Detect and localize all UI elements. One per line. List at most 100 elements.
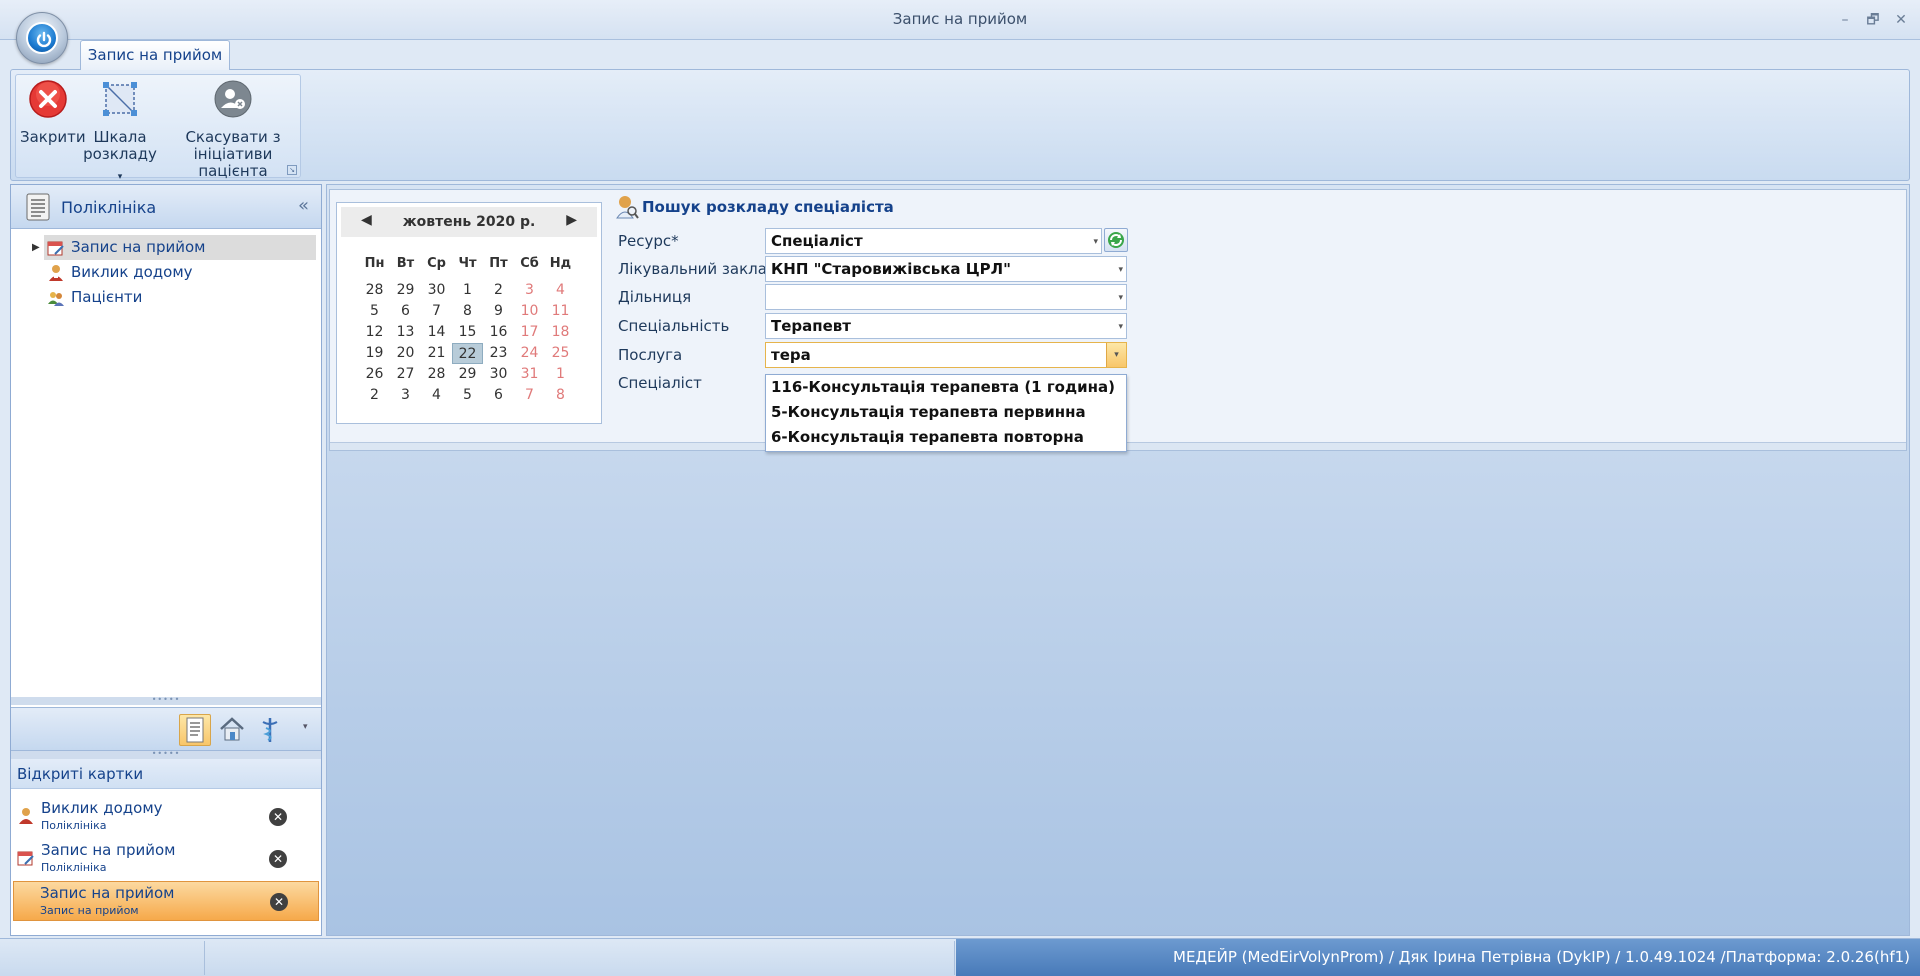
- schedule-scale-button[interactable]: Шкала розкладу ▾: [82, 79, 158, 186]
- calendar-day[interactable]: 4: [421, 385, 452, 406]
- resource-select[interactable]: Спеціаліст ▾: [765, 228, 1102, 254]
- calendar-day[interactable]: 4: [545, 280, 576, 301]
- ribbon-tab-appointment[interactable]: Запис на прийом: [80, 40, 230, 70]
- nav-title: Поліклініка: [61, 198, 157, 217]
- navigation-pane: Поліклініка « ▶ Запис на прийом Виклик д…: [10, 184, 322, 936]
- calendar-day[interactable]: 6: [390, 301, 421, 322]
- next-month-icon[interactable]: ▶: [566, 212, 577, 228]
- tree-item-label: Пацієнти: [71, 288, 143, 306]
- calendar-day[interactable]: 8: [545, 385, 576, 406]
- close-card-icon[interactable]: ✕: [269, 850, 287, 868]
- calendar-day[interactable]: 2: [359, 385, 390, 406]
- expand-arrow-icon[interactable]: ▶: [32, 235, 40, 260]
- power-icon: [26, 22, 58, 54]
- calendar-day[interactable]: 22: [452, 343, 483, 364]
- refresh-button[interactable]: [1104, 228, 1128, 252]
- calendar-day[interactable]: 28: [421, 364, 452, 385]
- clinic-nav-button[interactable]: [179, 714, 211, 746]
- calendar-day[interactable]: 3: [514, 280, 545, 301]
- group-launcher-icon[interactable]: ↘: [287, 165, 297, 175]
- calendar-day[interactable]: 19: [359, 343, 390, 364]
- calendar-day[interactable]: 26: [359, 364, 390, 385]
- calendar-day[interactable]: 16: [483, 322, 514, 343]
- calendar-day[interactable]: 23: [483, 343, 514, 364]
- calendar-day[interactable]: 15: [452, 322, 483, 343]
- service-option[interactable]: 5-Консультація терапевта первинна: [766, 400, 1126, 425]
- weekday-label: Пт: [489, 256, 508, 271]
- calendar-day[interactable]: 2: [483, 280, 514, 301]
- calendar-day[interactable]: 1: [452, 280, 483, 301]
- calendar-day[interactable]: 8: [452, 301, 483, 322]
- calendar-day[interactable]: 7: [421, 301, 452, 322]
- calendar-day[interactable]: 1: [545, 364, 576, 385]
- service-option[interactable]: 6-Консультація терапевта повторна: [766, 425, 1126, 450]
- close-circle-icon: [29, 80, 67, 118]
- calendar-day[interactable]: 14: [421, 322, 452, 343]
- tree-item-patients[interactable]: Пацієнти: [11, 285, 321, 310]
- open-card-home-visit[interactable]: Виклик додому Поліклініка ✕: [13, 797, 319, 837]
- chevron-down-icon[interactable]: ▾: [1106, 343, 1126, 367]
- weekday-label: Ср: [427, 256, 446, 271]
- app-menu-button[interactable]: [16, 12, 68, 64]
- calendar-day[interactable]: 24: [514, 343, 545, 364]
- open-card-appointment[interactable]: Запис на прийом Поліклініка ✕: [13, 839, 319, 879]
- calendar-day[interactable]: 25: [545, 343, 576, 364]
- home-nav-button[interactable]: [217, 714, 249, 746]
- close-window-button[interactable]: ✕: [1890, 10, 1912, 30]
- cancel-by-patient-button[interactable]: Скасувати з ініціативи пацієнта: [166, 79, 300, 180]
- cancel-user-icon: [214, 80, 252, 118]
- medical-nav-button[interactable]: [255, 714, 287, 746]
- close-card-icon[interactable]: ✕: [270, 893, 288, 911]
- calendar-day[interactable]: 12: [359, 322, 390, 343]
- chevron-down-icon[interactable]: ▾: [1118, 286, 1123, 310]
- calendar-day[interactable]: 3: [390, 385, 421, 406]
- calendar-day[interactable]: 29: [390, 280, 421, 301]
- calendar-day[interactable]: 28: [359, 280, 390, 301]
- calendar-day[interactable]: 29: [452, 364, 483, 385]
- specialty-select[interactable]: Терапевт ▾: [765, 313, 1127, 339]
- facility-select[interactable]: КНП "Старовижівська ЦРЛ" ▾: [765, 256, 1127, 282]
- calendar-day[interactable]: 5: [452, 385, 483, 406]
- calendar-day[interactable]: 6: [483, 385, 514, 406]
- district-select[interactable]: ▾: [765, 284, 1127, 310]
- calendar-day[interactable]: 13: [390, 322, 421, 343]
- open-card-appointment-active[interactable]: Запис на прийом Запис на прийом ✕: [13, 881, 319, 921]
- close-button-label: Закрити: [20, 128, 86, 146]
- calendar-day[interactable]: 27: [390, 364, 421, 385]
- calendar-day[interactable]: 5: [359, 301, 390, 322]
- pane-splitter-2[interactable]: •••••: [11, 750, 321, 759]
- caduceus-icon: [262, 718, 278, 742]
- collapse-pane-icon[interactable]: «: [298, 195, 309, 216]
- chevron-down-icon[interactable]: ▾: [1093, 230, 1098, 254]
- clinic-list-icon: [186, 717, 204, 743]
- calendar-day[interactable]: 20: [390, 343, 421, 364]
- chevron-down-icon[interactable]: ▾: [1118, 258, 1123, 282]
- calendar-day[interactable]: 9: [483, 301, 514, 322]
- calendar-month: жовтень 2020 р.: [402, 214, 536, 230]
- calendar-day[interactable]: 11: [545, 301, 576, 322]
- calendar-day[interactable]: 31: [514, 364, 545, 385]
- calendar-day[interactable]: 30: [421, 280, 452, 301]
- close-card-icon[interactable]: ✕: [269, 808, 287, 826]
- chevron-down-icon[interactable]: ▾: [1118, 315, 1123, 339]
- calendar-day[interactable]: 21: [421, 343, 452, 364]
- service-input-value[interactable]: тера: [771, 346, 811, 364]
- close-button[interactable]: Закрити: [20, 79, 86, 146]
- calendar-day[interactable]: 7: [514, 385, 545, 406]
- restore-button[interactable]: 🗗: [1862, 10, 1884, 30]
- service-option[interactable]: 116-Консультація терапевта (1 година): [766, 375, 1126, 400]
- calendar-day[interactable]: 17: [514, 322, 545, 343]
- service-combobox[interactable]: тера ▾: [765, 342, 1127, 368]
- strip-overflow-icon[interactable]: ▾: [303, 722, 308, 732]
- tree-item-home-visit[interactable]: Виклик додому: [11, 260, 321, 285]
- main-content: ◀ жовтень 2020 р. ▶ Пн Вт Ср Чт Пт Сб Нд 28 29 3…: [326, 184, 1910, 936]
- weekday-label: Сб: [520, 256, 539, 271]
- calendar-day[interactable]: 30: [483, 364, 514, 385]
- minimize-button[interactable]: –: [1834, 10, 1856, 30]
- pane-splitter[interactable]: •••••: [11, 696, 321, 705]
- calendar-day[interactable]: 18: [545, 322, 576, 343]
- calendar-day[interactable]: 10: [514, 301, 545, 322]
- calendar-week: 28 29 30 1 2 3 4: [359, 280, 576, 301]
- tree-item-appointment[interactable]: ▶ Запис на прийом: [32, 235, 316, 260]
- status-segment: [0, 941, 205, 975]
